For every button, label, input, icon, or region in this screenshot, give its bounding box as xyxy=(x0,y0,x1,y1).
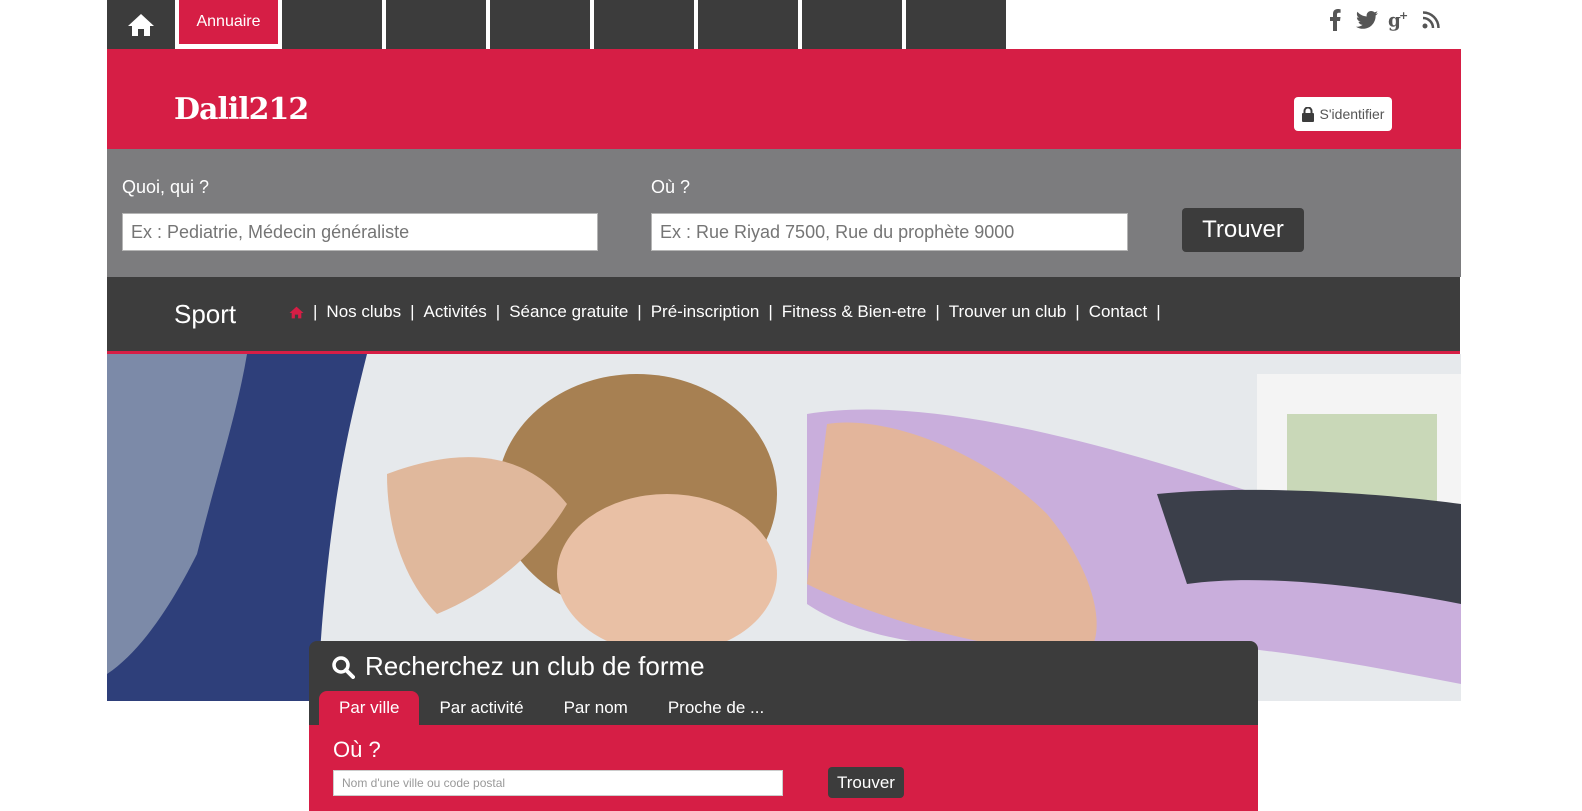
nav-tab-empty[interactable] xyxy=(594,0,694,49)
menu-separator: | xyxy=(1156,302,1161,321)
site-header xyxy=(107,49,1461,149)
section-title: Sport xyxy=(174,299,237,329)
search-icon xyxy=(332,655,355,679)
menu-item-trouver-un-club[interactable]: Trouver un club xyxy=(949,302,1066,322)
menu-separator: | xyxy=(1075,302,1080,321)
rss-icon[interactable] xyxy=(1420,8,1442,32)
home-icon xyxy=(128,13,154,36)
menu-item-fitness[interactable]: Fitness & Bien-etre xyxy=(782,302,927,322)
panel-where-label: Où ? xyxy=(333,737,381,762)
panel-body: Où ? Nom d'une ville ou code postal Trou… xyxy=(309,725,1258,811)
home-icon[interactable] xyxy=(289,306,304,319)
menu-item-contact[interactable]: Contact xyxy=(1089,302,1148,322)
nav-tab-empty[interactable] xyxy=(802,0,902,49)
menu-separator: | xyxy=(768,302,773,321)
panel-search-button[interactable]: Trouver xyxy=(828,767,904,798)
menu-separator: | xyxy=(410,302,415,321)
panel-header: Recherchez un club de forme Par ville Pa… xyxy=(309,641,1258,725)
facebook-icon[interactable] xyxy=(1324,8,1346,32)
city-input[interactable]: Nom d'une ville ou code postal xyxy=(333,770,783,796)
tab-par-ville[interactable]: Par ville xyxy=(319,691,420,725)
menu-separator: | xyxy=(495,302,501,321)
top-nav: Annuaire xyxy=(107,0,1006,49)
nav-tab-empty[interactable] xyxy=(906,0,1006,49)
panel-title: Recherchez un club de forme xyxy=(331,651,705,682)
where-input[interactable] xyxy=(651,213,1128,251)
club-search-panel: Recherchez un club de forme Par ville Pa… xyxy=(309,641,1258,811)
svg-text:+: + xyxy=(1399,9,1408,22)
nav-tab-empty[interactable] xyxy=(698,0,798,49)
nav-tab-empty[interactable] xyxy=(490,0,590,49)
menu-separator: | xyxy=(935,302,940,321)
search-button[interactable]: Trouver xyxy=(1182,208,1304,252)
lock-icon xyxy=(1301,106,1314,122)
where-label: Où ? xyxy=(651,177,691,197)
tab-par-nom[interactable]: Par nom xyxy=(544,691,648,725)
home-tab[interactable] xyxy=(107,0,175,49)
login-label: S'identifier xyxy=(1319,106,1385,122)
what-label: Quoi, qui ? xyxy=(122,177,210,197)
menu-item-pre-inscription[interactable]: Pré-inscription xyxy=(651,302,760,322)
panel-title-text: Recherchez un club de forme xyxy=(365,651,705,681)
nav-tab-empty[interactable] xyxy=(386,0,486,49)
site-logo[interactable]: Dalil212 xyxy=(174,92,309,127)
nav-tab-empty[interactable] xyxy=(282,0,382,49)
panel-tabs: Par ville Par activité Par nom Proche de… xyxy=(319,691,784,725)
menu-item-seance-gratuite[interactable]: Séance gratuite xyxy=(509,302,628,322)
tab-proche-de[interactable]: Proche de ... xyxy=(648,691,784,725)
social-links: g + xyxy=(1324,8,1442,32)
what-input[interactable] xyxy=(122,213,598,251)
tab-annuaire[interactable]: Annuaire xyxy=(179,0,278,49)
tab-par-activite[interactable]: Par activité xyxy=(419,691,543,725)
menu-separator: | xyxy=(313,302,318,321)
section-menu: | Nos clubs | Activités | Séance gratuit… xyxy=(289,302,1170,322)
login-button[interactable]: S'identifier xyxy=(1294,97,1392,131)
menu-separator: | xyxy=(637,302,642,321)
menu-item-nos-clubs[interactable]: Nos clubs xyxy=(326,302,401,322)
menu-item-activites[interactable]: Activités xyxy=(423,302,486,322)
google-plus-icon[interactable]: g + xyxy=(1388,8,1410,32)
tab-annuaire-label: Annuaire xyxy=(196,13,261,30)
twitter-icon[interactable] xyxy=(1356,8,1378,32)
